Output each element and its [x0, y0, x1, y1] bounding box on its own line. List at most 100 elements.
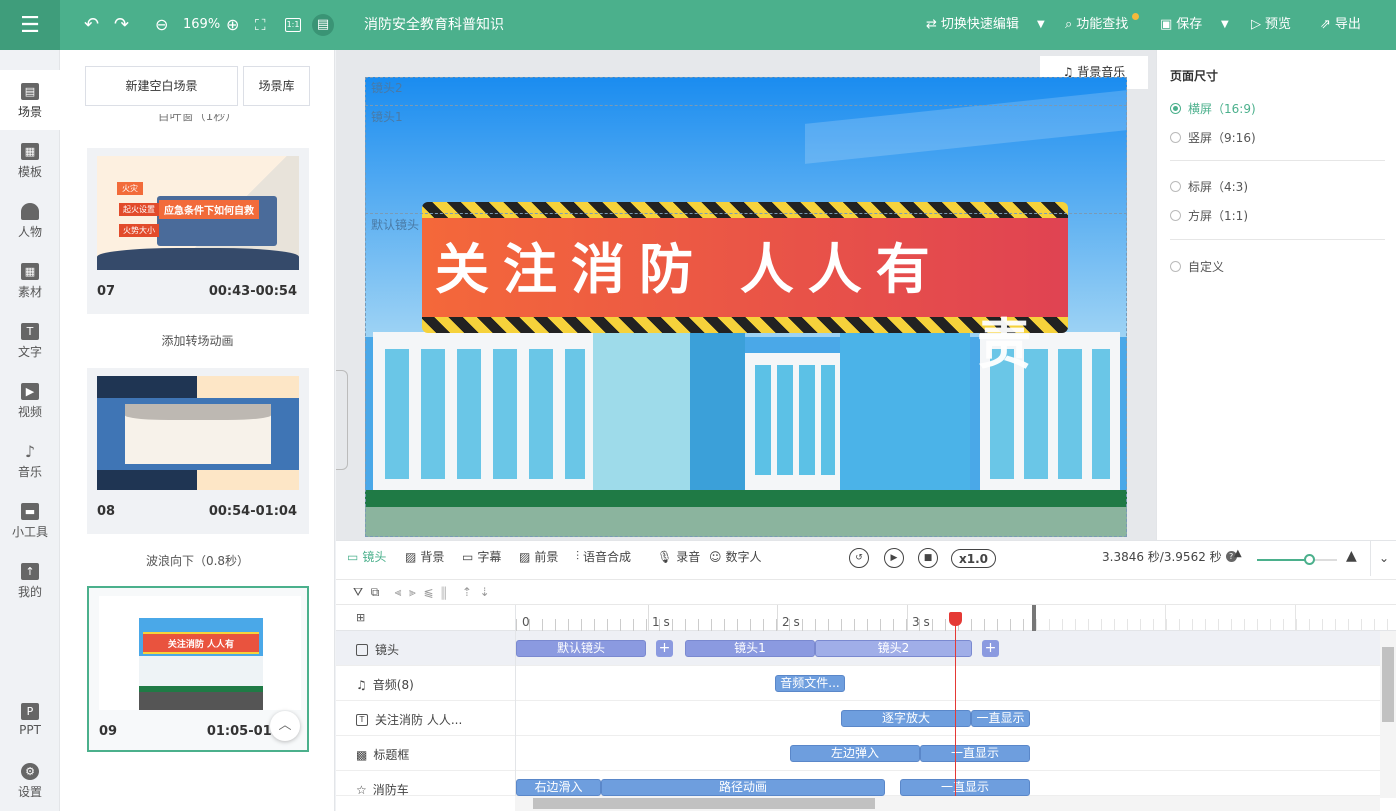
nav-settings[interactable]: ⚙ 设置: [0, 750, 60, 810]
layer-up-icon[interactable]: ⇡: [462, 585, 472, 599]
playhead[interactable]: [955, 612, 956, 798]
scene-card-07[interactable]: 火灾 起火设置 应急条件下如何自救 火势大小 07 00:43-00:54: [87, 148, 309, 314]
option-custom[interactable]: 自定义: [1170, 258, 1224, 275]
add-camera-icon[interactable]: +: [656, 640, 673, 657]
track-settings-icon[interactable]: ⊞: [356, 611, 365, 624]
ruler-tick: 1 s: [652, 615, 670, 629]
scene-library-button[interactable]: 场景库: [243, 66, 310, 106]
camera-2-frame[interactable]: [365, 77, 1127, 537]
align-center-icon[interactable]: ⫸: [409, 585, 416, 599]
add-camera-icon[interactable]: +: [982, 640, 999, 657]
stop-button[interactable]: ■: [918, 548, 938, 568]
nav-text[interactable]: T 文字: [0, 310, 60, 370]
redo-icon[interactable]: ↷: [114, 13, 129, 37]
quick-edit-dropdown-icon[interactable]: ▼: [1037, 13, 1045, 37]
clip-audio-file[interactable]: 音频文件...: [775, 675, 845, 692]
fit-icon[interactable]: 1:1: [285, 13, 301, 37]
tab-digital-human[interactable]: ☺ 数字人: [709, 548, 762, 565]
collapse-timeline-icon[interactable]: ⌄: [1370, 540, 1389, 576]
nav-ppt[interactable]: P PPT: [0, 690, 60, 750]
clip-zoom-in[interactable]: 逐字放大: [841, 710, 971, 727]
option-9-16[interactable]: 竖屏（9:16): [1170, 129, 1256, 146]
zoom-out-mountain-icon[interactable]: ▲: [1234, 548, 1242, 559]
person-icon: [21, 203, 39, 220]
clip-always-show[interactable]: 一直显示: [971, 710, 1030, 727]
layer-down-icon[interactable]: ⇣: [480, 585, 490, 599]
align-right-icon[interactable]: ⫹: [423, 585, 433, 599]
nav-toolbox[interactable]: ▬ 小工具: [0, 490, 60, 550]
nav-my[interactable]: ↑ 我的: [0, 550, 60, 610]
tab-record[interactable]: 🎙 录音: [657, 548, 700, 565]
save-dropdown-icon[interactable]: ▼: [1221, 13, 1229, 37]
quick-edit-button[interactable]: ⇄ 切换快速编辑: [926, 13, 1019, 37]
timeline-vscroll[interactable]: [1380, 631, 1396, 798]
clip-path-animation[interactable]: 路径动画: [601, 779, 885, 796]
tab-label: 语音合成: [583, 550, 632, 564]
split-icon[interactable]: ⧉: [371, 585, 380, 599]
collapse-up-icon[interactable]: ︿: [270, 711, 300, 741]
clip-pop-left[interactable]: 左边弹入: [790, 745, 920, 762]
clip-camera-2[interactable]: 镜头2: [815, 640, 972, 657]
timeline-zoom-slider[interactable]: [1257, 554, 1337, 565]
export-button[interactable]: ⇗ 导出: [1320, 13, 1361, 37]
track-audio[interactable]: ♫ 音频(8) 音频文件...: [336, 666, 1380, 701]
timeline-hscroll[interactable]: [515, 796, 1380, 811]
tab-subtitle[interactable]: ▭ 字幕: [462, 548, 501, 565]
nav-template[interactable]: ▦ 模板: [0, 130, 60, 190]
align-left-icon[interactable]: ⫷: [395, 585, 402, 599]
fullscreen-icon[interactable]: ⛶: [255, 13, 266, 37]
clip-default-camera[interactable]: 默认镜头: [516, 640, 646, 657]
screen-record-icon[interactable]: ▤: [312, 14, 334, 36]
clip-camera-1[interactable]: 镜头1: [685, 640, 815, 657]
zoom-in-mountain-icon[interactable]: ▲: [1346, 548, 1357, 564]
option-1-1[interactable]: 方屏（1:1): [1170, 207, 1248, 224]
nav-scene[interactable]: ▤ 场景: [0, 70, 60, 130]
video-stage[interactable]: 关注消防 人人有 责 镜头2 镜头1 默认镜头: [365, 77, 1127, 537]
option-16-9[interactable]: 横屏（16:9): [1170, 100, 1256, 117]
transition-label[interactable]: 添加转场动画: [60, 332, 334, 349]
top-toolbar: ☰ ↶ ↷ ⊖ 169% ⊕ ⛶ 1:1 ▤ 消防安全教育科普知识 ⇄ 切换快速编…: [0, 0, 1396, 50]
play-button[interactable]: ▶: [884, 548, 904, 568]
tab-camera[interactable]: ▭ 镜头: [347, 548, 386, 565]
distribute-icon[interactable]: ⫼: [441, 585, 447, 599]
menu-icon[interactable]: ☰: [0, 0, 60, 50]
canvas-resize-handle[interactable]: [336, 370, 348, 470]
track-fire-truck[interactable]: ☆ 消防车 右边滑入 路径动画 一直显示: [336, 771, 1380, 797]
project-title[interactable]: 消防安全教育科普知识: [364, 13, 504, 37]
time-text: 3.3846 秒/3.9562 秒: [1102, 550, 1222, 564]
tab-tts[interactable]: ⫶ 语音合成: [576, 548, 631, 565]
new-scene-button[interactable]: 新建空白场景: [85, 66, 238, 106]
nav-music[interactable]: ♪ 音乐: [0, 430, 60, 490]
save-button[interactable]: ▣ 保存: [1160, 13, 1202, 37]
clip-always-show[interactable]: 一直显示: [900, 779, 1030, 796]
replay-button[interactable]: ↺: [849, 548, 869, 568]
scene-card-09[interactable]: 关注消防 人人有 09 01:05-01:09 ︿: [87, 586, 309, 752]
clip-always-show[interactable]: 一直显示: [920, 745, 1030, 762]
undo-icon[interactable]: ↶: [84, 13, 99, 37]
zoom-in-icon[interactable]: ⊕: [226, 13, 239, 37]
track-text[interactable]: T 关注消防 人人... 逐字放大 一直显示: [336, 701, 1380, 736]
tab-foreground[interactable]: ▨ 前景: [519, 548, 558, 565]
zoom-out-icon[interactable]: ⊖: [155, 13, 168, 37]
option-4-3[interactable]: 标屏（4:3): [1170, 178, 1248, 195]
clip-slide-right[interactable]: 右边滑入: [516, 779, 601, 796]
filter-icon[interactable]: ⛛: [353, 585, 363, 599]
nav-video[interactable]: ▶ 视频: [0, 370, 60, 430]
playhead-handle[interactable]: [949, 612, 962, 626]
scene-card-08[interactable]: 08 00:54-01:04: [87, 368, 309, 534]
audio-icon: ♫: [356, 678, 367, 692]
tab-label: 录音: [676, 550, 701, 564]
transition-label[interactable]: 波浪向下（0.8秒）: [60, 552, 334, 569]
feature-search-button[interactable]: ⌕ 功能查找: [1065, 12, 1140, 37]
timeline-ruler[interactable]: ⊞ 0 1 s 2 s 3 s: [336, 605, 1396, 631]
time-readout: 3.3846 秒/3.9562 秒?: [1102, 548, 1237, 565]
track-camera[interactable]: 镜头 默认镜头 + 镜头1 镜头2 +: [336, 631, 1380, 666]
cut-transition-label[interactable]: 百叶窗（1秒）: [60, 114, 334, 124]
slider-handle[interactable]: [1304, 554, 1315, 565]
preview-button[interactable]: ▷ 预览: [1251, 13, 1291, 37]
speed-button[interactable]: x1.0: [951, 549, 996, 568]
track-title-box[interactable]: ▩ 标题框 左边弹入 一直显示: [336, 736, 1380, 771]
nav-material[interactable]: ▦ 素材: [0, 250, 60, 310]
nav-person[interactable]: 人物: [0, 190, 60, 250]
tab-background[interactable]: ▨ 背景: [405, 548, 444, 565]
